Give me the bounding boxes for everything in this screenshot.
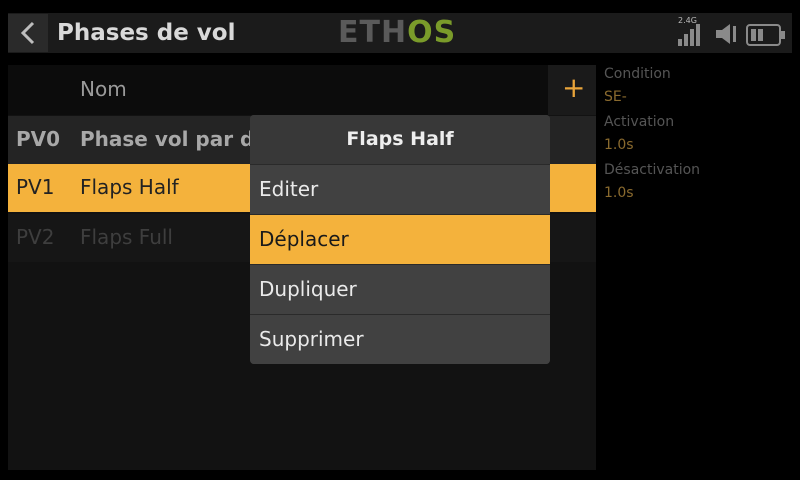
battery-icon (746, 24, 785, 46)
menu-item-label: Dupliquer (259, 277, 357, 301)
back-arrow-icon (20, 21, 35, 45)
ethos-logo: ETHOS (338, 15, 457, 50)
add-button[interactable]: + (548, 65, 596, 115)
back-button[interactable] (8, 14, 48, 52)
condition-value: SE- (604, 89, 627, 105)
menu-item-duplicate[interactable]: Dupliquer (250, 264, 550, 314)
menu-item-label: Supprimer (259, 327, 364, 351)
menu-item-label: Editer (259, 177, 319, 201)
row-id: PV0 (16, 127, 61, 151)
menu-item-move[interactable]: Déplacer (250, 214, 550, 264)
menu-item-edit[interactable]: Editer (250, 164, 550, 214)
activation-label: Activation (604, 114, 675, 130)
list-header: Nom + (8, 65, 596, 115)
signal-label: 2.4G (678, 16, 697, 25)
speaker-icon (716, 24, 736, 44)
menu-item-delete[interactable]: Supprimer (250, 314, 550, 364)
context-menu: Flaps Half Editer Déplacer Dupliquer Sup… (250, 115, 550, 364)
deactivation-value: 1.0s (604, 185, 634, 201)
activation-value: 1.0s (604, 137, 634, 153)
condition-label: Condition (604, 66, 671, 82)
status-area: 2.4G (676, 16, 792, 48)
page-title: Phases de vol (57, 20, 236, 46)
plus-icon: + (562, 71, 586, 104)
menu-item-label: Déplacer (259, 227, 349, 251)
deactivation-label: Désactivation (604, 162, 701, 178)
row-id: PV2 (16, 225, 55, 249)
column-name-header: Nom (80, 77, 127, 101)
row-id: PV1 (16, 175, 55, 199)
context-menu-title: Flaps Half (250, 115, 550, 164)
